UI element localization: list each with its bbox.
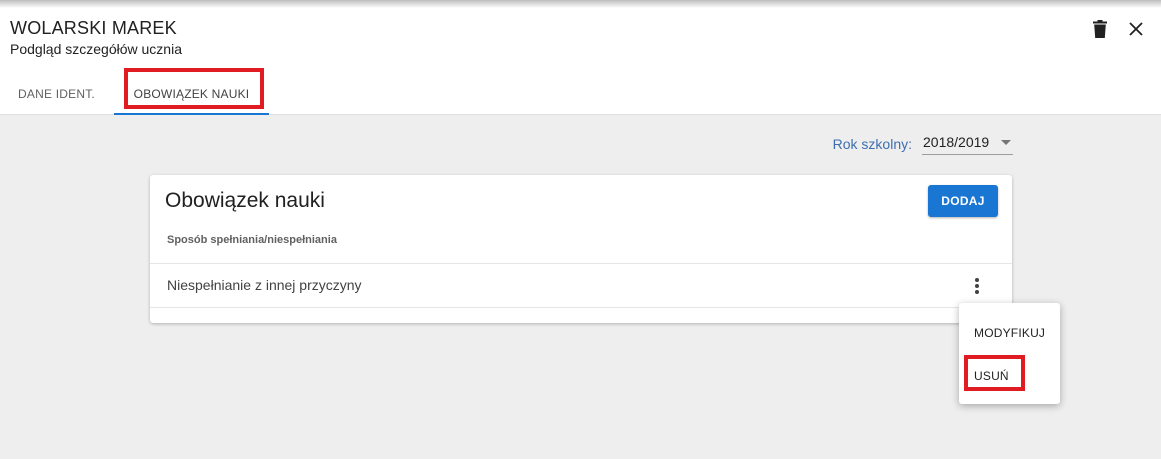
trash-icon[interactable] [1089, 18, 1111, 40]
dropdown-caret-icon [1001, 140, 1011, 145]
tab-highlight-box [124, 68, 264, 109]
school-year-value: 2018/2019 [923, 134, 990, 150]
school-year-filter: Rok szkolny: 2018/2019 [833, 133, 1013, 155]
school-year-label: Rok szkolny: [832, 136, 912, 152]
menu-item-modyfikuj[interactable]: MODYFIKUJ [974, 326, 1045, 340]
tab-dane-ident[interactable]: DANE IDENT. [0, 72, 113, 115]
column-header: Sposób spełniania/niespełniania [167, 234, 337, 246]
school-year-select[interactable]: 2018/2019 [922, 133, 1013, 155]
obowiazek-nauki-card: Obowiązek nauki DODAJ Sposób spełniania/… [150, 175, 1012, 323]
top-shadow [0, 0, 1161, 8]
active-tab-indicator [114, 113, 269, 115]
header-divider [150, 263, 1012, 264]
add-button[interactable]: DODAJ [928, 185, 998, 217]
close-icon[interactable] [1125, 18, 1147, 40]
table-row[interactable]: Niespełnianie z innej przyczyny [167, 277, 362, 293]
row-divider [150, 307, 1012, 308]
delete-highlight-box [964, 355, 1025, 391]
card-title: Obowiązek nauki [165, 189, 325, 212]
dialog-subtitle: Podgląd szczegółów ucznia [10, 41, 182, 57]
more-vert-icon[interactable] [970, 275, 984, 297]
student-name-title: WOLARSKI MAREK [10, 18, 177, 38]
